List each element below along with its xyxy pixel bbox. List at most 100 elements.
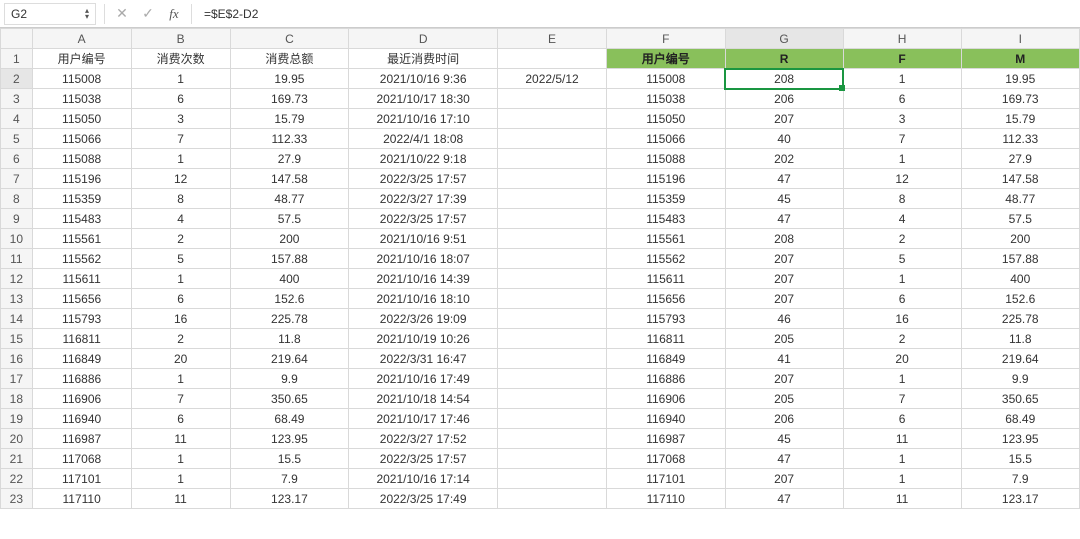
cell-B1[interactable]: 消费次数 (131, 49, 230, 69)
cell-H14[interactable]: 16 (843, 309, 961, 329)
cell-B13[interactable]: 6 (131, 289, 230, 309)
cell-I7[interactable]: 147.58 (961, 169, 1079, 189)
cell-H10[interactable]: 2 (843, 229, 961, 249)
cell-D6[interactable]: 2021/10/22 9:18 (349, 149, 498, 169)
cell-G15[interactable]: 205 (725, 329, 843, 349)
name-box-stepper[interactable]: ▴ ▾ (85, 8, 89, 20)
cell-A6[interactable]: 115088 (32, 149, 131, 169)
cell-B18[interactable]: 7 (131, 389, 230, 409)
cell-C15[interactable]: 11.8 (230, 329, 349, 349)
row-header-14[interactable]: 14 (1, 309, 33, 329)
cell-G17[interactable]: 207 (725, 369, 843, 389)
cell-D1[interactable]: 最近消费时间 (349, 49, 498, 69)
cell-F1[interactable]: 用户编号 (606, 49, 725, 69)
cell-D11[interactable]: 2021/10/16 18:07 (349, 249, 498, 269)
cell-G10[interactable]: 208 (725, 229, 843, 249)
cell-C19[interactable]: 68.49 (230, 409, 349, 429)
cell-A1[interactable]: 用户编号 (32, 49, 131, 69)
cell-E6[interactable] (498, 149, 607, 169)
cell-I13[interactable]: 152.6 (961, 289, 1079, 309)
cell-D14[interactable]: 2022/3/26 19:09 (349, 309, 498, 329)
cell-A20[interactable]: 116987 (32, 429, 131, 449)
cell-E5[interactable] (498, 129, 607, 149)
cell-B8[interactable]: 8 (131, 189, 230, 209)
cancel-icon[interactable]: ✕ (113, 5, 131, 22)
row-header-4[interactable]: 4 (1, 109, 33, 129)
cell-I4[interactable]: 15.79 (961, 109, 1079, 129)
cell-A9[interactable]: 115483 (32, 209, 131, 229)
cell-H6[interactable]: 1 (843, 149, 961, 169)
cell-F14[interactable]: 115793 (606, 309, 725, 329)
cell-B23[interactable]: 11 (131, 489, 230, 509)
col-header-G[interactable]: G (725, 29, 843, 49)
cell-D19[interactable]: 2021/10/17 17:46 (349, 409, 498, 429)
cell-I22[interactable]: 7.9 (961, 469, 1079, 489)
cell-A21[interactable]: 117068 (32, 449, 131, 469)
cell-F8[interactable]: 115359 (606, 189, 725, 209)
cell-D18[interactable]: 2021/10/18 14:54 (349, 389, 498, 409)
col-header-C[interactable]: C (230, 29, 349, 49)
cell-A14[interactable]: 115793 (32, 309, 131, 329)
cell-B19[interactable]: 6 (131, 409, 230, 429)
cell-H4[interactable]: 3 (843, 109, 961, 129)
row-header-8[interactable]: 8 (1, 189, 33, 209)
cell-E18[interactable] (498, 389, 607, 409)
cell-H21[interactable]: 1 (843, 449, 961, 469)
cell-F11[interactable]: 115562 (606, 249, 725, 269)
cell-E21[interactable] (498, 449, 607, 469)
cell-F4[interactable]: 115050 (606, 109, 725, 129)
cell-D10[interactable]: 2021/10/16 9:51 (349, 229, 498, 249)
cell-B21[interactable]: 1 (131, 449, 230, 469)
col-header-D[interactable]: D (349, 29, 498, 49)
cell-C1[interactable]: 消费总额 (230, 49, 349, 69)
cell-C23[interactable]: 123.17 (230, 489, 349, 509)
cell-A7[interactable]: 115196 (32, 169, 131, 189)
cell-C18[interactable]: 350.65 (230, 389, 349, 409)
col-header-H[interactable]: H (843, 29, 961, 49)
cell-H11[interactable]: 5 (843, 249, 961, 269)
cell-F17[interactable]: 116886 (606, 369, 725, 389)
cell-I6[interactable]: 27.9 (961, 149, 1079, 169)
cell-G19[interactable]: 206 (725, 409, 843, 429)
cell-I15[interactable]: 11.8 (961, 329, 1079, 349)
cell-E7[interactable] (498, 169, 607, 189)
cell-D16[interactable]: 2022/3/31 16:47 (349, 349, 498, 369)
cell-B5[interactable]: 7 (131, 129, 230, 149)
cell-E15[interactable] (498, 329, 607, 349)
cell-H8[interactable]: 8 (843, 189, 961, 209)
cell-G3[interactable]: 206 (725, 89, 843, 109)
row-header-13[interactable]: 13 (1, 289, 33, 309)
cell-H17[interactable]: 1 (843, 369, 961, 389)
cell-B7[interactable]: 12 (131, 169, 230, 189)
cell-C4[interactable]: 15.79 (230, 109, 349, 129)
cell-B22[interactable]: 1 (131, 469, 230, 489)
row-header-6[interactable]: 6 (1, 149, 33, 169)
cell-C13[interactable]: 152.6 (230, 289, 349, 309)
cell-F15[interactable]: 116811 (606, 329, 725, 349)
cell-C11[interactable]: 157.88 (230, 249, 349, 269)
row-header-15[interactable]: 15 (1, 329, 33, 349)
cell-H7[interactable]: 12 (843, 169, 961, 189)
formula-input[interactable] (200, 7, 1076, 21)
row-header-2[interactable]: 2 (1, 69, 33, 89)
col-header-I[interactable]: I (961, 29, 1079, 49)
cell-E13[interactable] (498, 289, 607, 309)
cell-B9[interactable]: 4 (131, 209, 230, 229)
cell-D5[interactable]: 2022/4/1 18:08 (349, 129, 498, 149)
cell-H19[interactable]: 6 (843, 409, 961, 429)
cell-F12[interactable]: 115611 (606, 269, 725, 289)
select-all-corner[interactable] (1, 29, 33, 49)
cell-A4[interactable]: 115050 (32, 109, 131, 129)
cell-E8[interactable] (498, 189, 607, 209)
cell-C6[interactable]: 27.9 (230, 149, 349, 169)
cell-F20[interactable]: 116987 (606, 429, 725, 449)
cell-G6[interactable]: 202 (725, 149, 843, 169)
cell-C2[interactable]: 19.95 (230, 69, 349, 89)
cell-A22[interactable]: 117101 (32, 469, 131, 489)
cell-B3[interactable]: 6 (131, 89, 230, 109)
cell-D13[interactable]: 2021/10/16 18:10 (349, 289, 498, 309)
cell-F9[interactable]: 115483 (606, 209, 725, 229)
cell-H20[interactable]: 11 (843, 429, 961, 449)
cell-A3[interactable]: 115038 (32, 89, 131, 109)
cell-B12[interactable]: 1 (131, 269, 230, 289)
